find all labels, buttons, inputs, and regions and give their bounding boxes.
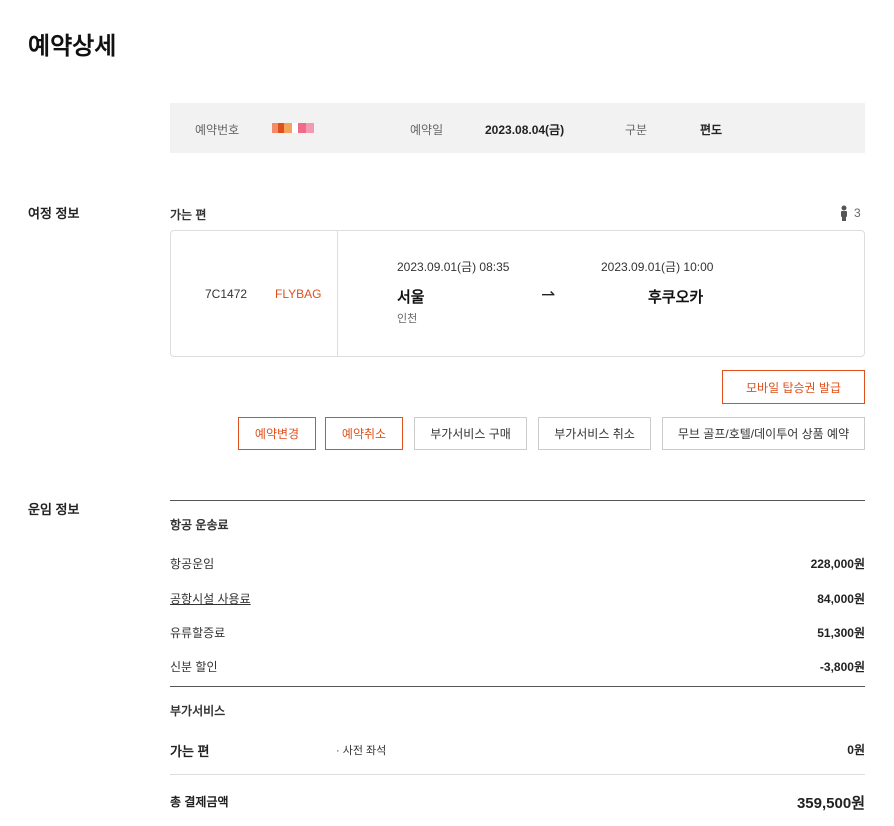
fare-row-amount: 51,300원 [817, 626, 865, 640]
type-label: 구분 [625, 123, 648, 137]
departure-city: 서울 [397, 289, 425, 306]
change-reservation-button[interactable]: 예약변경 [238, 417, 316, 450]
reservation-number-label: 예약번호 [195, 123, 240, 137]
addon-amount: 0원 [847, 743, 865, 757]
fare-class: FLYBAG [275, 287, 322, 301]
addon-item: · 사전 좌석 [336, 745, 387, 757]
departure-airport: 인천 [397, 313, 418, 325]
total-row: 총 결제금액 359,500원 [170, 793, 865, 812]
arrival-city: 후쿠오카 [648, 289, 704, 306]
fare-row-amount: -3,800원 [819, 660, 865, 674]
mobile-boarding-pass-button[interactable]: 모바일 탑승권 발급 [722, 370, 865, 404]
reservation-summary: 예약번호 예약일 2023.08.04(금) 구분 편도 [170, 103, 865, 153]
reservation-number-masked [272, 120, 316, 133]
fare-row-label: 항공운임 [170, 557, 215, 571]
total-amount: 359,500원 [796, 795, 865, 812]
airfare-header: 항공 운송료 [170, 518, 229, 532]
direction-label: 가는 편 [170, 208, 207, 222]
itinerary-section-label: 여정 정보 [28, 206, 80, 221]
buy-addon-button[interactable]: 부가서비스 구매 [414, 417, 527, 450]
fare-row-airport-fee: 공항시설 사용료 84,000원 [170, 590, 865, 607]
flight-card-divider [337, 231, 338, 356]
fare-row-fuel-surcharge: 유류할증료 51,300원 [170, 624, 865, 641]
fare-top-divider [170, 500, 865, 501]
departure-datetime: 2023.09.01(금) 08:35 [397, 260, 510, 274]
addon-header: 부가서비스 [170, 704, 226, 718]
passenger-icon [841, 205, 847, 221]
fare-row-label: 유류할증료 [170, 626, 226, 640]
fare-row-amount: 84,000원 [817, 592, 865, 606]
passenger-count: 3 [854, 206, 861, 220]
total-divider [170, 774, 865, 775]
flight-card[interactable]: 7C1472 FLYBAG 2023.09.01(금) 08:35 2023.0… [170, 230, 865, 357]
flight-number: 7C1472 [205, 287, 248, 301]
addon-divider [170, 686, 865, 687]
cancel-addon-button[interactable]: 부가서비스 취소 [538, 417, 651, 450]
page-title: 예약상세 [28, 33, 117, 60]
fare-section-label: 운임 정보 [28, 502, 80, 517]
total-label: 총 결제금액 [170, 795, 229, 809]
addon-row: 가는 편 · 사전 좌석 0원 [170, 741, 865, 760]
reservation-date: 2023.08.04(금) [485, 123, 565, 137]
golf-hotel-tour-button[interactable]: 무브 골프/호텔/데이투어 상품 예약 [662, 417, 865, 450]
reservation-date-label: 예약일 [410, 123, 444, 137]
fare-row-amount: 228,000원 [810, 557, 865, 571]
addon-direction: 가는 편 [170, 744, 210, 759]
fare-row-discount: 신분 할인 -3,800원 [170, 658, 865, 675]
arrival-datetime: 2023.09.01(금) 10:00 [601, 260, 714, 274]
airport-fee-link[interactable]: 공항시설 사용료 [170, 592, 251, 606]
cancel-reservation-button[interactable]: 예약취소 [325, 417, 403, 450]
fare-row-label: 신분 할인 [170, 660, 218, 674]
fare-row-base: 항공운임 228,000원 [170, 555, 865, 572]
type-value: 편도 [700, 123, 723, 137]
flight-arrow-icon: ⇀ [541, 285, 556, 304]
